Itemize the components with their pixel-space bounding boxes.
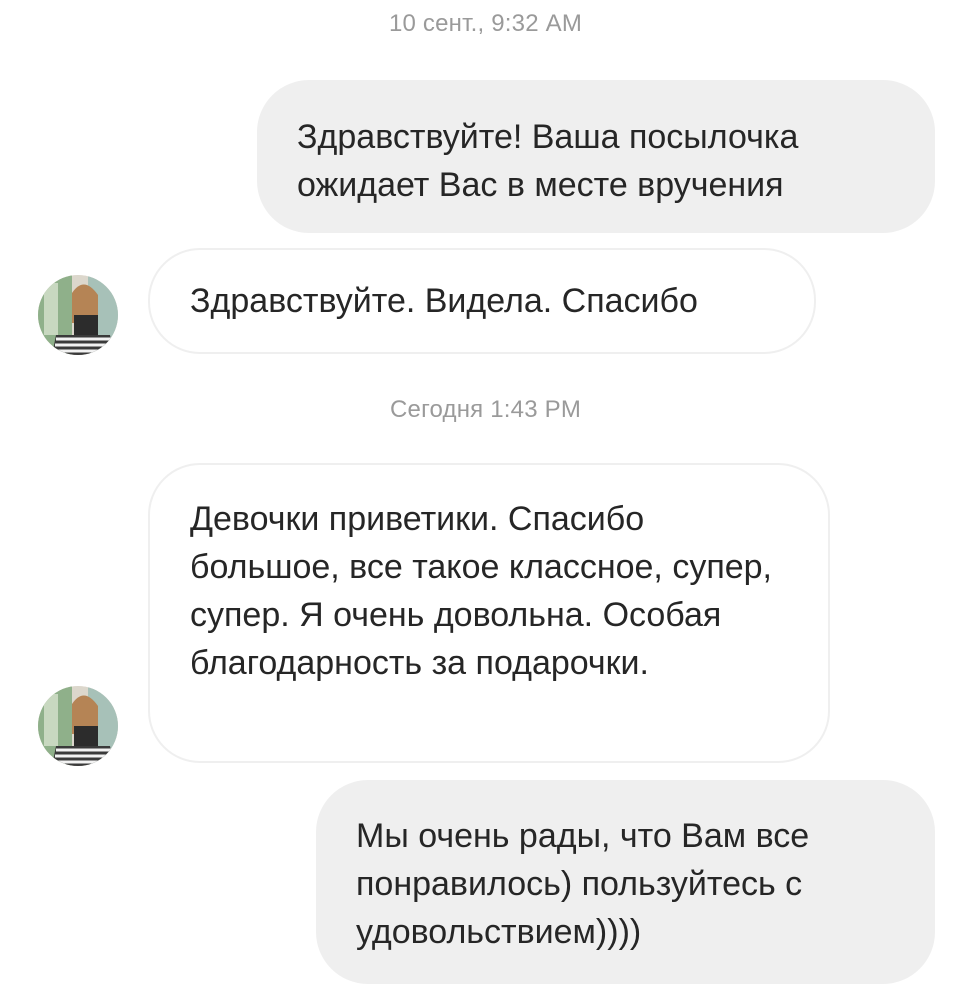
message-bubble-outgoing[interactable]: Мы очень рады, что Вам все понравилось) … <box>316 780 935 984</box>
message-bubble-incoming[interactable]: Девочки приветики. Спасибо большое, все … <box>148 463 830 763</box>
timestamp-today: Сегодня 1:43 PM <box>389 396 582 423</box>
message-text: Здравствуйте. Видела. Спасибо <box>190 282 698 320</box>
timestamp-sept-10: 10 сент., 9:32 AM <box>388 10 583 37</box>
message-bubble-incoming[interactable]: Здравствуйте. Видела. Спасибо <box>148 248 816 354</box>
avatar[interactable] <box>38 686 118 766</box>
message-text: Здравствуйте! Ваша посылочка ожидает Вас… <box>297 118 799 204</box>
message-bubble-outgoing[interactable]: Здравствуйте! Ваша посылочка ожидает Вас… <box>257 80 935 233</box>
message-text: Девочки приветики. Спасибо большое, все … <box>190 500 773 682</box>
avatar[interactable] <box>38 275 118 355</box>
message-text: Мы очень рады, что Вам все понравилось) … <box>356 817 810 951</box>
